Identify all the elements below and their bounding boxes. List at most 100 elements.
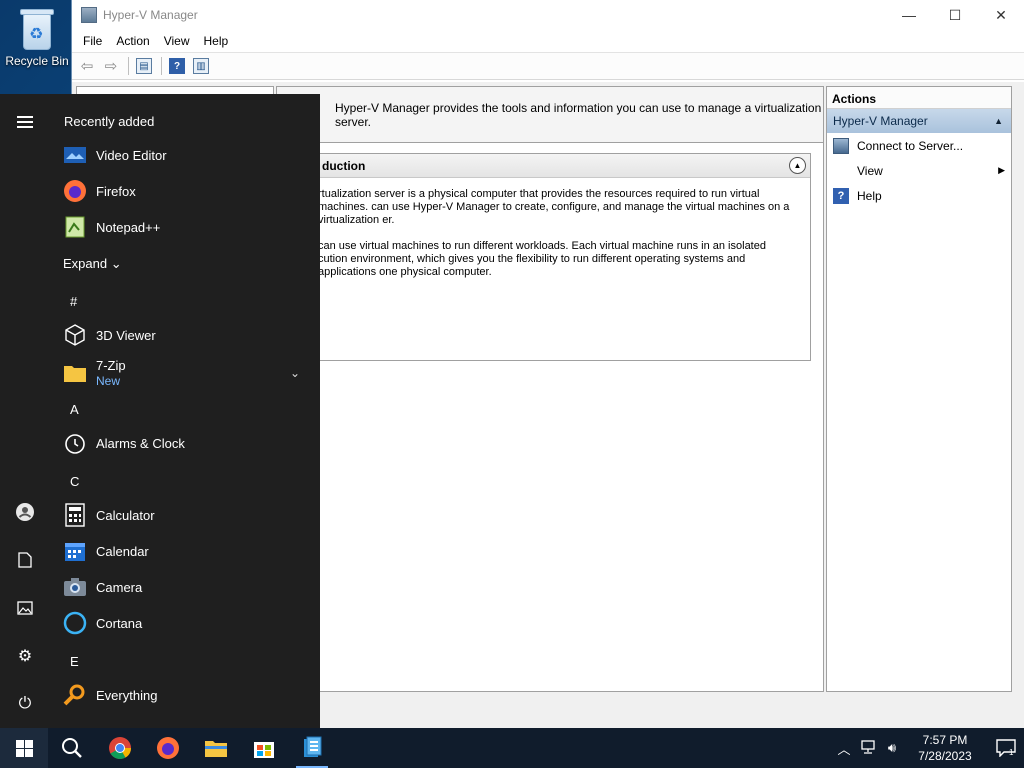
recently-added-heading: Recently added <box>64 114 155 129</box>
notepad-plus-plus-icon <box>62 214 88 240</box>
app-everything[interactable]: Everything <box>62 677 312 713</box>
collapse-caret-icon[interactable]: ▲ <box>994 116 1003 126</box>
action-help[interactable]: ? Help <box>827 183 1011 208</box>
new-badge: New <box>96 374 121 388</box>
app-label: 3D Viewer <box>96 327 156 343</box>
introduction-title: duction <box>278 154 810 178</box>
microsoft-store-icon[interactable] <box>240 728 288 768</box>
section-letter-hash[interactable]: # <box>70 294 77 309</box>
help-button[interactable]: ? <box>166 55 188 77</box>
video-editor-icon <box>62 142 88 168</box>
console-tree-icon: ▤ <box>136 58 152 74</box>
app-video-editor[interactable]: Video Editor <box>62 137 312 173</box>
folder-icon <box>62 360 88 386</box>
recycle-bin-shortcut[interactable]: ♻ Recycle Bin <box>4 6 70 68</box>
maximize-button[interactable]: ☐ <box>932 0 978 30</box>
hyper-v-manager-taskbar-icon[interactable] <box>288 728 336 768</box>
clock[interactable]: 7:57 PM 7/28/2023 <box>910 732 980 764</box>
start-button[interactable] <box>0 728 48 768</box>
section-letter-c[interactable]: C <box>70 474 79 489</box>
help-icon: ? <box>833 187 849 204</box>
show-hide-action-pane-button[interactable]: ▥ <box>190 55 212 77</box>
server-icon <box>833 137 849 154</box>
settings-gear-icon[interactable]: ⚙ <box>0 636 50 676</box>
notification-count: 1 <box>1009 748 1014 757</box>
menu-view[interactable]: View <box>157 34 197 48</box>
camera-icon <box>62 574 88 600</box>
power-icon[interactable]: ⏻ <box>0 684 50 724</box>
start-app-list: Recently added Video Editor Firefox Note… <box>50 94 320 728</box>
system-tray: ︿ 🔊︎ 7:57 PM 7/28/2023 1 <box>832 728 1024 768</box>
chrome-icon[interactable] <box>96 728 144 768</box>
expand-label: Expand <box>63 256 108 271</box>
action-label: View <box>857 163 883 178</box>
app-label: Notepad++ <box>96 219 161 235</box>
start-menu: ⚙ ⏻ Recently added Video Editor Firefox … <box>0 94 320 728</box>
actions-group-hyper-v-manager[interactable]: Hyper-V Manager ▲ <box>827 109 1011 133</box>
menu-action[interactable]: Action <box>109 34 156 48</box>
help-icon: ? <box>169 58 185 74</box>
show-hidden-icons-chevron-up-icon[interactable]: ︿ <box>832 739 856 758</box>
action-pane-icon: ▥ <box>193 58 209 74</box>
forward-arrow-icon[interactable]: ⇨ <box>100 55 122 77</box>
close-button[interactable]: ✕ <box>978 0 1024 30</box>
windows-logo-icon <box>15 739 33 757</box>
menu-file[interactable]: File <box>76 34 109 48</box>
introduction-text: rtualization server is a physical comput… <box>278 178 810 279</box>
action-view[interactable]: View ▶ <box>827 158 1011 183</box>
calendar-icon <box>62 538 88 564</box>
app-label: Calendar <box>96 543 149 559</box>
collapse-up-icon[interactable]: ▲ <box>789 157 806 174</box>
app-label: Everything <box>96 687 158 703</box>
chevron-down-icon: ⌄ <box>110 256 122 271</box>
firefox-icon <box>62 178 88 204</box>
toolbar-separator <box>161 57 162 75</box>
section-letter-a[interactable]: A <box>70 402 79 417</box>
show-hide-console-tree-button[interactable]: ▤ <box>133 55 155 77</box>
intro-paragraph: can use virtual machines to run differen… <box>318 240 766 278</box>
app-alarms-clock[interactable]: Alarms & Clock <box>62 425 312 461</box>
app-label: Camera <box>96 579 143 595</box>
app-calculator[interactable]: Calculator <box>62 497 312 533</box>
network-icon[interactable] <box>856 739 880 757</box>
action-center-notification-icon[interactable]: 1 <box>988 728 1024 768</box>
hamburger-menu-icon[interactable] <box>0 102 50 142</box>
pictures-icon[interactable] <box>0 588 50 628</box>
firefox-icon[interactable] <box>144 728 192 768</box>
minimize-button[interactable]: — <box>886 0 932 30</box>
file-explorer-icon[interactable] <box>192 728 240 768</box>
app-camera[interactable]: Camera <box>62 569 312 605</box>
search-icon[interactable] <box>48 728 96 768</box>
app-cortana[interactable]: Cortana <box>62 605 312 641</box>
start-rail: ⚙ ⏻ <box>0 94 50 728</box>
app-notepad-plus-plus[interactable]: Notepad++ <box>62 209 312 245</box>
chevron-down-icon[interactable]: ⌄ <box>290 366 300 380</box>
clock-time: 7:57 PM <box>922 733 968 747</box>
menu-help[interactable]: Help <box>197 34 236 48</box>
submenu-arrow-icon: ▶ <box>998 165 1005 175</box>
recycle-bin-label: Recycle Bin <box>5 54 69 68</box>
everything-search-icon <box>62 682 88 708</box>
app-label: Alarms & Clock <box>96 435 185 451</box>
section-letter-e[interactable]: E <box>70 654 79 669</box>
actions-group-label: Hyper-V Manager <box>833 114 928 128</box>
app-7-zip[interactable]: 7-Zip New ⌄ <box>62 354 312 392</box>
app-firefox[interactable]: Firefox <box>62 173 312 209</box>
volume-speaker-icon[interactable]: 🔊︎ <box>880 740 904 756</box>
action-connect-to-server[interactable]: Connect to Server... <box>827 133 1011 158</box>
center-pane: Hyper-V Manager provides the tools and i… <box>276 86 824 692</box>
clock-date: 7/28/2023 <box>918 749 972 763</box>
app-calendar[interactable]: Calendar <box>62 533 312 569</box>
documents-icon[interactable] <box>0 540 50 580</box>
title-bar[interactable]: Hyper-V Manager — ☐ ✕ <box>72 0 1024 30</box>
actions-title: Actions <box>827 87 1011 109</box>
expand-button[interactable]: Expand ⌄ <box>63 256 122 272</box>
app-label: Video Editor <box>96 147 167 163</box>
introduction-panel: duction ▲ rtualization server is a physi… <box>277 153 811 361</box>
app-3d-viewer[interactable]: 3D Viewer <box>62 317 312 353</box>
recycle-bin-icon: ♻ <box>17 6 57 52</box>
back-arrow-icon[interactable]: ⇦ <box>76 55 98 77</box>
app-label: 7-Zip <box>96 358 126 373</box>
user-account-icon[interactable] <box>0 492 50 532</box>
intro-paragraph: rtualization server is a physical comput… <box>318 188 790 226</box>
